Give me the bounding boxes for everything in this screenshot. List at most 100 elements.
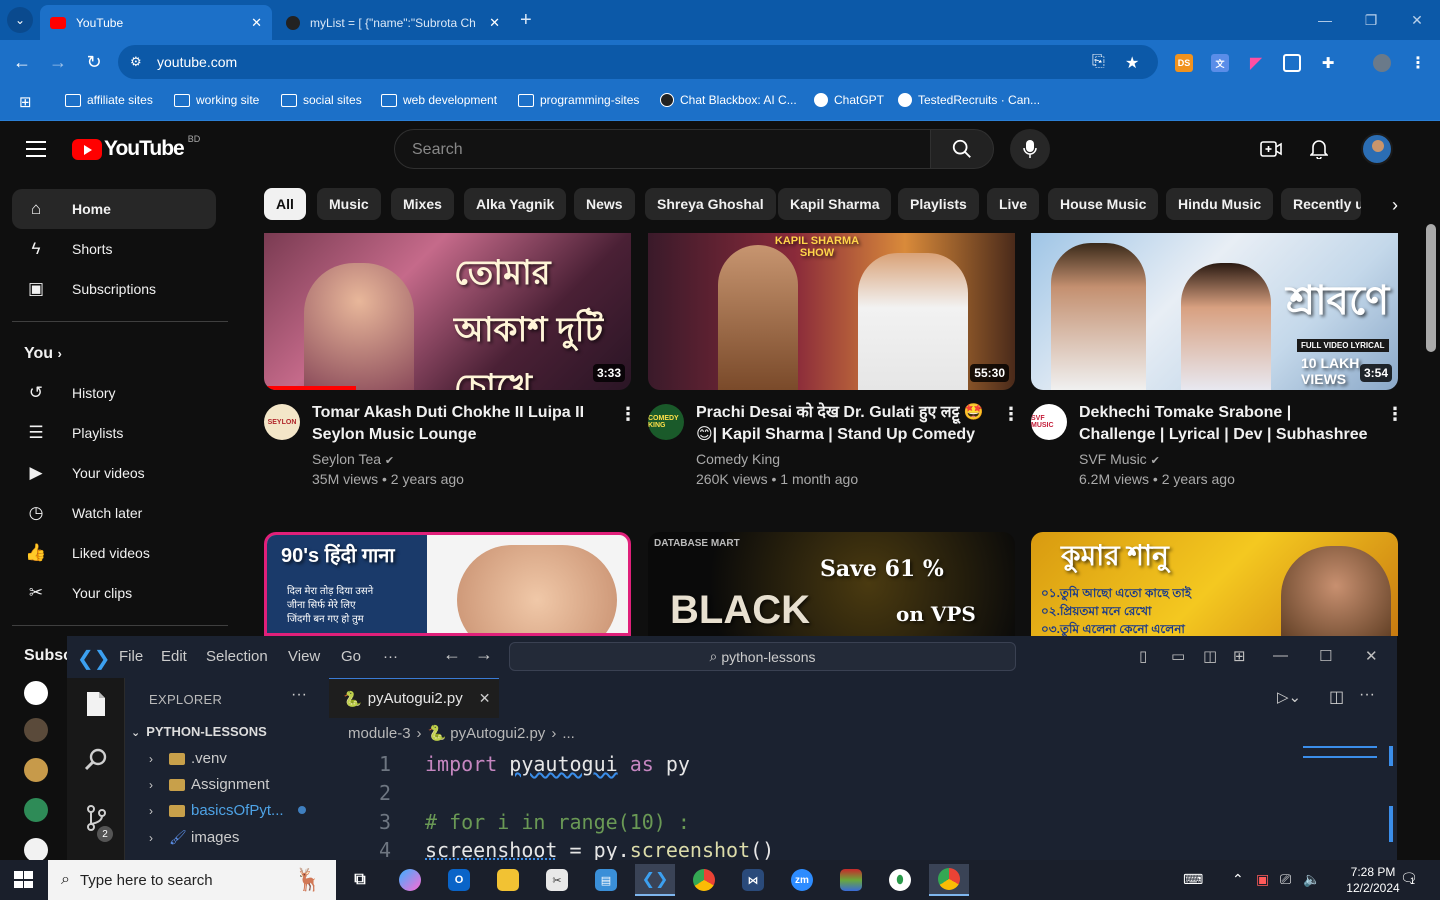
video-title[interactable]: Tomar Akash Duti Chokhe II Luipa II Seyl… [312,402,602,446]
windows-start-icon[interactable] [14,871,34,889]
notifications-bell-icon[interactable] [1307,137,1331,161]
sidebar-item-subscriptions[interactable]: ▣ Subscriptions [12,269,216,309]
bookmark-testedrecruits[interactable]: TestedRecruits · Can... [898,93,1040,107]
pen-extension-icon[interactable]: ◤ [1247,54,1265,72]
task-view-button[interactable]: ⧉ [340,864,380,896]
apps-grid-icon[interactable]: ⊞ [19,93,32,111]
volume-icon[interactable]: 🔈 [1303,871,1320,888]
video-title[interactable]: Dekhechi Tomake Srabone | Challenge | Ly… [1079,402,1369,446]
chrome-menu-icon[interactable]: ⋮ [1409,54,1427,72]
bookmark-folder-social[interactable]: social sites [281,93,362,107]
editor-more-icon[interactable]: ··· [1359,686,1375,704]
taskbar-chrome-active[interactable] [929,864,969,896]
chips-next-arrow-icon[interactable]: › [1380,191,1410,219]
tree-item-images[interactable]: › 🖌 images [149,829,239,846]
toggle-panel-icon[interactable]: ▭ [1171,647,1185,665]
translate-extension-icon[interactable]: 文 [1211,54,1229,72]
chip-mixes[interactable]: Mixes [391,188,454,220]
chip-house-music[interactable]: House Music [1048,188,1159,220]
video-thumbnail[interactable]: তোমার আকাশ দুটি চোখে 3:33 [264,233,631,390]
forward-icon[interactable]: → [46,50,70,74]
explorer-root-folder[interactable]: ⌄ PYTHON-LESSONS [131,724,267,739]
address-bar[interactable]: ⚙ youtube.com ⎘ ★ [118,45,1158,79]
bookmark-chatgpt[interactable]: ChatGPT [814,93,884,107]
tab-search-button[interactable]: ⌄ [7,7,33,33]
taskbar-outlook[interactable]: O [439,864,479,896]
minimize-icon[interactable]: — [1273,647,1288,664]
command-center-search[interactable]: ⌕ python-lessons [509,642,1016,671]
chip-shreya-ghoshal[interactable]: Shreya Ghoshal [645,188,776,220]
search-icon[interactable] [80,744,112,776]
breadcrumb-file[interactable]: pyAutogui2.py [450,725,545,742]
customize-layout-icon[interactable]: ⊞ [1233,647,1246,665]
channel-avatar[interactable]: SVF MUSIC [1031,404,1067,440]
chip-live[interactable]: Live [987,188,1040,220]
url-text[interactable]: youtube.com [157,54,237,70]
editor-tab-pyautogui2[interactable]: 🐍 pyAutogui2.py ✕ [329,678,499,718]
explorer-more-icon[interactable]: ··· [291,686,307,704]
video-thumbnail[interactable]: শ্রাবণে FULL VIDEO LYRICAL 10 LAKH VIEWS… [1031,233,1398,390]
network-icon[interactable]: ⎚ [1280,871,1291,888]
video-menu-icon[interactable]: ⋮ [1002,404,1020,425]
sidebar-item-shorts[interactable]: ϟ Shorts [12,229,216,269]
new-tab-icon[interactable]: + [520,9,532,32]
subscription-avatar[interactable] [24,718,48,742]
sidebar-item-history[interactable]: ↺ History [12,373,216,413]
restore-icon[interactable]: ❐ [1348,0,1394,40]
sidebar-item-home[interactable]: ⌂ Home [12,189,216,229]
bookmark-folder-working[interactable]: working site [174,93,259,107]
taskbar-winrar[interactable] [831,864,871,896]
install-app-icon[interactable]: ⎘ [1092,53,1105,71]
video-thumbnail[interactable]: কুমার শানু ০১.তুমি আছো এতো কাছে তাই ০২.প… [1031,532,1398,636]
reload-icon[interactable]: ↻ [82,50,106,74]
sidebar-item-playlists[interactable]: ☰ Playlists [12,413,216,453]
tree-item-venv[interactable]: › .venv [149,750,227,767]
tree-item-assignment[interactable]: › Assignment [149,776,269,793]
account-avatar[interactable] [1361,133,1393,165]
tree-item-basics[interactable]: › basicsOfPyt... [149,802,284,819]
menu-hamburger-icon[interactable] [26,141,46,162]
channel-name[interactable]: Seylon Tea ✔ [312,451,394,467]
tab-youtube[interactable]: YouTube ✕ [40,5,272,40]
taskbar-vscode[interactable]: ❮❯ [635,864,675,896]
taskbar-vstudio[interactable]: ⋈ [733,864,773,896]
notification-center-icon[interactable]: 🗨 1 [1400,870,1418,888]
search-button[interactable] [930,129,994,169]
taskbar-copilot[interactable] [390,864,430,896]
menu-go[interactable]: Go [341,648,361,665]
create-video-icon[interactable] [1259,137,1283,161]
channel-avatar[interactable]: COMEDY KING [648,404,684,440]
close-tab-icon[interactable]: ✕ [479,690,491,707]
taskbar-mongodb[interactable]: ⬮ [880,864,920,896]
video-thumbnail[interactable]: 90's हिंदी गाना दिल मेरा तोड़ दिया उसने … [264,532,631,636]
taskbar-chrome[interactable] [684,864,724,896]
menu-edit[interactable]: Edit [161,648,187,665]
keyboard-icon[interactable]: ⌨ [1183,871,1203,888]
toggle-secondary-sidebar-icon[interactable]: ◫ [1203,647,1217,665]
chip-recently-uploaded[interactable]: Recently u [1281,188,1361,220]
menu-file[interactable]: File [119,648,143,665]
sidebar-item-your-videos[interactable]: ▶ Your videos [12,453,216,493]
sidebar-item-watch-later[interactable]: ◷ Watch later [12,493,216,533]
chip-kapil-sharma[interactable]: Kapil Sharma [778,188,892,220]
video-menu-icon[interactable]: ⋮ [1386,404,1404,425]
subscription-avatar[interactable] [24,838,48,862]
video-title[interactable]: Prachi Desai को देख Dr. Gulati हुए लट्टू… [696,402,986,446]
page-scrollbar[interactable] [1426,224,1436,352]
bookmark-folder-affiliate[interactable]: affiliate sites [65,93,153,107]
tray-overflow-chevron-icon[interactable]: ⌃ [1232,871,1244,888]
bookmark-star-icon[interactable]: ★ [1125,53,1139,73]
youtube-logo[interactable]: YouTube BD [72,134,200,161]
chip-news[interactable]: News [574,188,635,220]
bookmark-folder-programming[interactable]: programming-sites [518,93,639,107]
taskbar-snip[interactable]: ✂ [537,864,577,896]
chip-all[interactable]: All [264,188,306,220]
nav-back-icon[interactable]: ← [443,644,461,665]
back-icon[interactable]: ← [10,50,34,74]
explorer-files-icon[interactable] [80,688,112,720]
toggle-primary-sidebar-icon[interactable]: ▯ [1139,647,1147,665]
close-window-icon[interactable]: ✕ [1365,647,1378,665]
minimize-icon[interactable]: — [1302,0,1348,40]
tab-mylist[interactable]: myList = [ {"name":"Subrota Ch ✕ [276,5,510,40]
menu-more[interactable]: ··· [383,648,398,665]
